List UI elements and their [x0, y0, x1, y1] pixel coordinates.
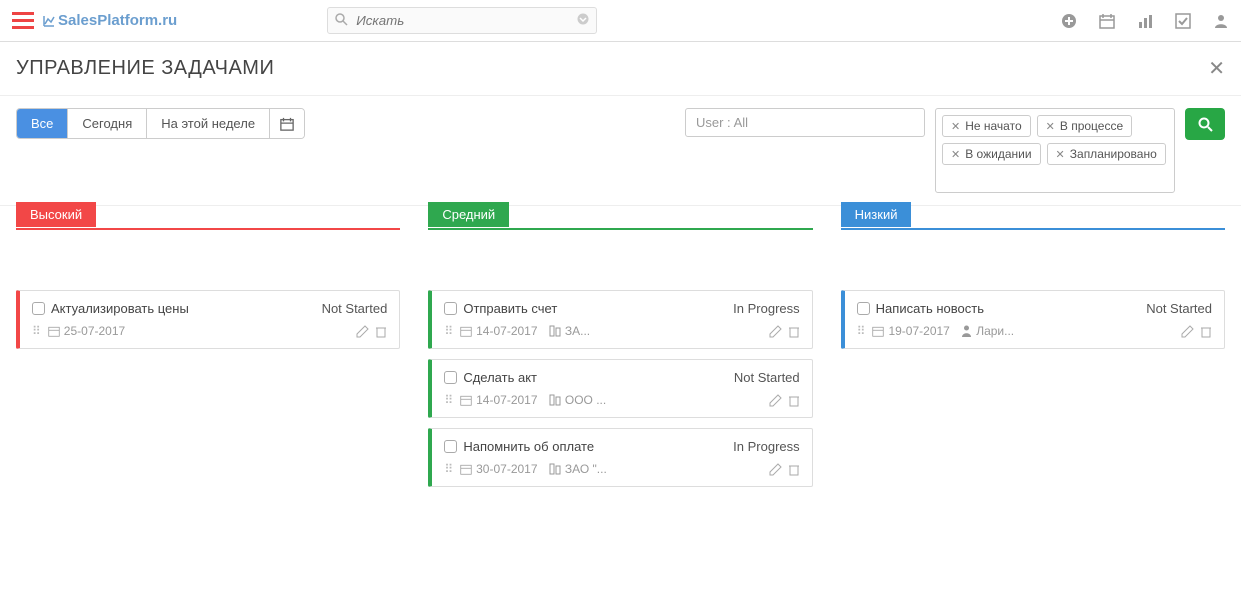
- drag-handle-icon[interactable]: ⠿: [444, 393, 452, 407]
- task-title: Отправить счет: [463, 301, 557, 316]
- top-icons: [1061, 13, 1229, 29]
- brand-logo[interactable]: SalesPlatform.ru: [42, 12, 177, 29]
- status-filter-box[interactable]: ✕Не начато ✕В процессе ✕В ожидании ✕Запл…: [935, 108, 1175, 193]
- edit-icon[interactable]: [1181, 325, 1194, 338]
- filter-all-button[interactable]: Все: [17, 109, 68, 138]
- task-card[interactable]: Сделать акт Not Started ⠿ 14-07-2017 ООО…: [428, 359, 812, 418]
- edit-icon[interactable]: [769, 463, 782, 476]
- checkbox[interactable]: [444, 440, 457, 453]
- task-meta: 14-07-2017 ООО ...: [460, 393, 606, 407]
- drag-handle-icon[interactable]: ⠿: [444, 462, 452, 476]
- status-tag[interactable]: ✕В процессе: [1037, 115, 1133, 137]
- column-label: Средний: [428, 202, 509, 227]
- task-icon[interactable]: [1175, 13, 1191, 29]
- global-search-input[interactable]: [327, 7, 597, 34]
- topbar: SalesPlatform.ru: [0, 0, 1241, 42]
- chart-icon[interactable]: [1137, 13, 1153, 29]
- close-icon[interactable]: ✕: [1208, 56, 1225, 81]
- task-meta: 14-07-2017 ЗА...: [460, 324, 590, 338]
- toolbar: Все Сегодня На этой неделе ✕Не начато ✕В…: [0, 96, 1241, 206]
- filter-week-button[interactable]: На этой неделе: [147, 109, 270, 138]
- task-meta: 30-07-2017 ЗАО "...: [460, 462, 607, 476]
- add-icon[interactable]: [1061, 13, 1077, 29]
- column-medium: Средний Отправить счет In Progress ⠿ 14-…: [428, 228, 812, 497]
- task-title: Напомнить об оплате: [463, 439, 594, 454]
- global-search: [327, 7, 597, 34]
- column-high: Высокий Актуализировать цены Not Started…: [16, 228, 400, 497]
- task-card[interactable]: Напомнить об оплате In Progress ⠿ 30-07-…: [428, 428, 812, 487]
- drag-handle-icon[interactable]: ⠿: [444, 324, 452, 338]
- task-meta: 19-07-2017 Лари...: [872, 324, 1014, 338]
- delete-icon[interactable]: [1200, 325, 1212, 338]
- page-title: УПРАВЛЕНИЕ ЗАДАЧАМИ: [16, 57, 274, 80]
- task-status: Not Started: [1146, 301, 1212, 316]
- task-meta: 25-07-2017: [48, 324, 125, 338]
- edit-icon[interactable]: [356, 325, 369, 338]
- task-status: Not Started: [322, 301, 388, 316]
- page-header: УПРАВЛЕНИЕ ЗАДАЧАМИ ✕: [0, 42, 1241, 96]
- task-card[interactable]: Написать новость Not Started ⠿ 19-07-201…: [841, 290, 1225, 349]
- menu-icon[interactable]: [12, 12, 34, 30]
- column-low: Низкий Написать новость Not Started ⠿ 19…: [841, 228, 1225, 497]
- status-tag[interactable]: ✕Не начато: [942, 115, 1031, 137]
- date-filter-group: Все Сегодня На этой неделе: [16, 108, 305, 139]
- edit-icon[interactable]: [769, 394, 782, 407]
- task-title: Актуализировать цены: [51, 301, 189, 316]
- drag-handle-icon[interactable]: ⠿: [32, 324, 40, 338]
- column-header: Средний: [428, 228, 812, 230]
- delete-icon[interactable]: [788, 325, 800, 338]
- task-status: In Progress: [733, 301, 799, 316]
- delete-icon[interactable]: [788, 463, 800, 476]
- task-title: Написать новость: [876, 301, 984, 316]
- status-tag[interactable]: ✕В ожидании: [942, 143, 1041, 165]
- checkbox[interactable]: [444, 302, 457, 315]
- delete-icon[interactable]: [788, 394, 800, 407]
- edit-icon[interactable]: [769, 325, 782, 338]
- remove-icon[interactable]: ✕: [951, 148, 960, 161]
- task-card[interactable]: Отправить счет In Progress ⠿ 14-07-2017 …: [428, 290, 812, 349]
- task-title: Сделать акт: [463, 370, 537, 385]
- user-filter-input[interactable]: [685, 108, 925, 137]
- filter-calendar-button[interactable]: [270, 109, 304, 138]
- checkbox[interactable]: [857, 302, 870, 315]
- search-button[interactable]: [1185, 108, 1225, 140]
- column-header: Низкий: [841, 228, 1225, 230]
- task-status: Not Started: [734, 370, 800, 385]
- remove-icon[interactable]: ✕: [1056, 148, 1065, 161]
- filter-today-button[interactable]: Сегодня: [68, 109, 147, 138]
- drag-handle-icon[interactable]: ⠿: [857, 324, 865, 338]
- remove-icon[interactable]: ✕: [1046, 120, 1055, 133]
- remove-icon[interactable]: ✕: [951, 120, 960, 133]
- column-header: Высокий: [16, 228, 400, 230]
- column-label: Высокий: [16, 202, 96, 227]
- task-status: In Progress: [733, 439, 799, 454]
- checkbox[interactable]: [32, 302, 45, 315]
- chevron-down-icon[interactable]: [577, 13, 589, 25]
- user-filter: [685, 108, 925, 137]
- checkbox[interactable]: [444, 371, 457, 384]
- user-icon[interactable]: [1213, 13, 1229, 29]
- kanban-board: Высокий Актуализировать цены Not Started…: [0, 206, 1241, 519]
- search-icon: [335, 13, 348, 26]
- column-label: Низкий: [841, 202, 912, 227]
- task-card[interactable]: Актуализировать цены Not Started ⠿ 25-07…: [16, 290, 400, 349]
- delete-icon[interactable]: [375, 325, 387, 338]
- calendar-icon[interactable]: [1099, 13, 1115, 29]
- status-tag[interactable]: ✕Запланировано: [1047, 143, 1166, 165]
